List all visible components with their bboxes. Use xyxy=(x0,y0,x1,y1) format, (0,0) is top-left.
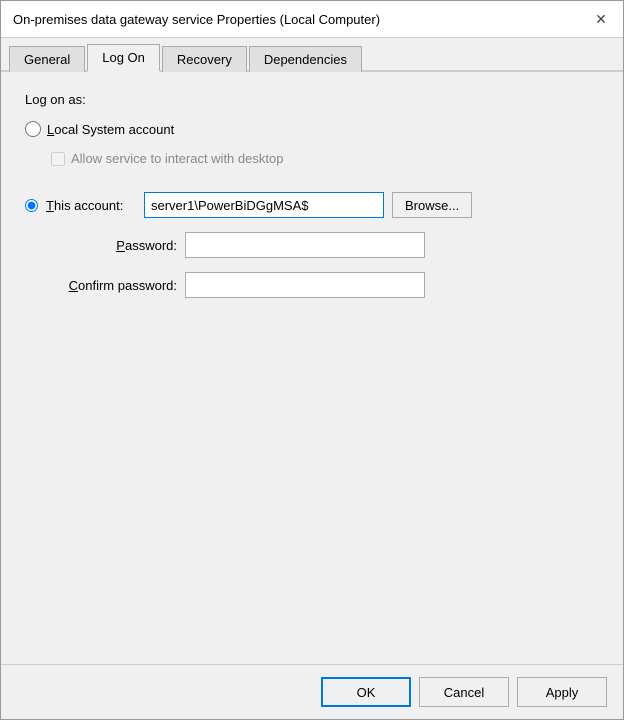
confirm-password-row: Confirm password: xyxy=(47,272,599,298)
this-account-radio[interactable] xyxy=(25,199,38,212)
confirm-password-input[interactable] xyxy=(185,272,425,298)
account-input[interactable] xyxy=(144,192,384,218)
cancel-button[interactable]: Cancel xyxy=(419,677,509,707)
password-input[interactable] xyxy=(185,232,425,258)
title-bar: On-premises data gateway service Propert… xyxy=(1,1,623,38)
apply-button[interactable]: Apply xyxy=(517,677,607,707)
dialog-title: On-premises data gateway service Propert… xyxy=(13,12,380,27)
local-system-label[interactable]: Local System account xyxy=(47,122,174,137)
tab-dependencies[interactable]: Dependencies xyxy=(249,46,362,72)
tab-general[interactable]: General xyxy=(9,46,85,72)
dialog-window: On-premises data gateway service Propert… xyxy=(0,0,624,720)
allow-interact-checkbox[interactable] xyxy=(51,152,65,166)
tab-content: Log on as: Local System account Allow se… xyxy=(1,72,623,664)
footer: OK Cancel Apply xyxy=(1,664,623,719)
tab-bar: General Log On Recovery Dependencies xyxy=(1,38,623,72)
password-row: Password: xyxy=(47,232,599,258)
browse-button[interactable]: Browse... xyxy=(392,192,472,218)
interact-row: Allow service to interact with desktop xyxy=(51,151,599,166)
ok-button[interactable]: OK xyxy=(321,677,411,707)
logon-as-label: Log on as: xyxy=(25,92,599,107)
local-system-radio[interactable] xyxy=(25,121,41,137)
local-system-row: Local System account xyxy=(25,121,599,137)
confirm-password-label: Confirm password: xyxy=(47,278,177,293)
radio-group: Local System account Allow service to in… xyxy=(25,121,599,218)
password-label: Password: xyxy=(47,238,177,253)
tab-recovery[interactable]: Recovery xyxy=(162,46,247,72)
allow-interact-label: Allow service to interact with desktop xyxy=(71,151,283,166)
close-button[interactable]: ✕ xyxy=(591,9,611,29)
interact-indent: Allow service to interact with desktop xyxy=(51,151,599,166)
tab-logon[interactable]: Log On xyxy=(87,44,160,72)
this-account-label[interactable]: This account: xyxy=(46,198,136,213)
this-account-row: This account: Browse... xyxy=(25,192,599,218)
